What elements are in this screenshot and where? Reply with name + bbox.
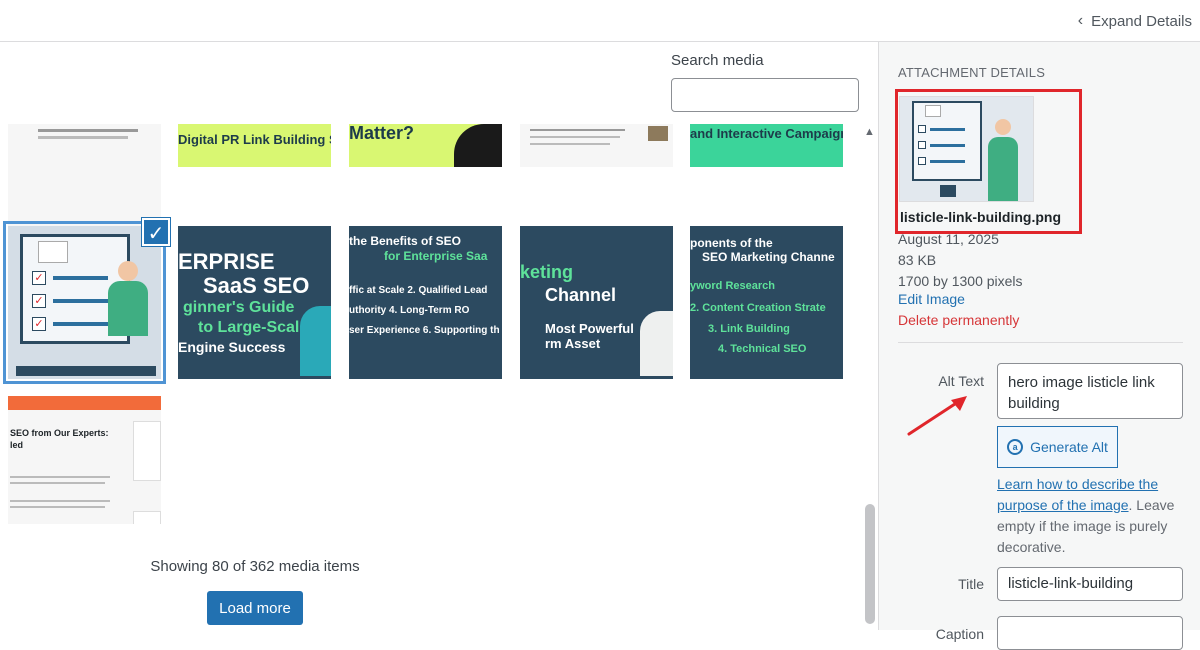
attachment-filename: listicle-link-building.png (900, 209, 1061, 225)
chevron-left-icon: ‹ (1077, 12, 1084, 29)
attachment-thumbnail (899, 96, 1034, 202)
media-item-text: to Large-Scale (198, 319, 309, 336)
media-item-text: and Interactive Campaign (690, 126, 843, 141)
media-item-text: SaaS SEO (203, 273, 310, 298)
title-field[interactable]: listicle-link-building (997, 567, 1183, 601)
ai-icon: a (1007, 439, 1024, 455)
media-count-text: Showing 80 of 362 media items (150, 558, 360, 575)
media-item-text: keting (520, 262, 574, 282)
media-item-text: ser Experience 6. Supporting th (349, 325, 500, 336)
search-media-input[interactable] (671, 78, 859, 112)
media-item-text: for Enterprise Saa (384, 249, 488, 263)
media-item-text: ffic at Scale 2. Qualified Lead (349, 285, 488, 296)
media-item-text: SEO Marketing Channe (702, 250, 835, 264)
generate-alt-label: Generate Alt (1030, 439, 1108, 455)
media-scrollbar[interactable]: ▲ (864, 124, 876, 629)
media-item-text: yword Research (690, 280, 775, 292)
attachment-details-heading: ATTACHMENT DETAILS (898, 65, 1046, 80)
media-item[interactable]: SEO from Our Experts: led (8, 396, 161, 524)
media-item[interactable]: Digital PR Link Building Strateg (178, 124, 331, 167)
media-item[interactable]: ERPRISE SaaS SEO ginner's Guide to Large… (178, 226, 331, 379)
media-item-text: SEO from Our Experts: (10, 428, 109, 438)
scrollbar-thumb[interactable] (865, 504, 875, 624)
media-item-text: Matter? (349, 124, 415, 143)
edit-image-link[interactable]: Edit Image (898, 291, 965, 307)
alt-text-label: Alt Text (938, 373, 984, 389)
media-item-text: uthority 4. Long-Term RO (349, 305, 470, 316)
media-item-selected[interactable]: ✓ ✓ ✓ (3, 221, 166, 384)
generate-alt-button[interactable]: a Generate Alt (997, 426, 1118, 468)
media-item-text: 2. Content Creation Strate (690, 302, 826, 314)
media-item-text: led (10, 440, 24, 450)
attachment-details-panel: ATTACHMENT DETAILS listicle-link-buildin… (878, 42, 1200, 650)
media-item-text: Digital PR Link Building Strateg (178, 132, 331, 147)
media-item[interactable] (8, 124, 161, 237)
media-item-text: the Benefits of SEO (349, 234, 462, 248)
search-media-label: Search media (671, 52, 764, 69)
check-icon[interactable]: ✓ (142, 218, 170, 246)
media-item-text: rm Asset (545, 336, 601, 351)
alt-text-field[interactable]: hero image listicle link building (997, 363, 1183, 419)
media-item[interactable]: the Benefits of SEO for Enterprise Saa f… (349, 226, 502, 379)
media-item-text: ginner's Guide (183, 299, 295, 316)
media-item[interactable]: keting Channel Most Powerful rm Asset (520, 226, 673, 379)
media-item-text: 3. Link Building (708, 323, 790, 335)
media-item[interactable]: Matter? (349, 124, 502, 167)
media-library: Search media Digital PR Link Building St… (0, 42, 878, 630)
attachment-filesize: 83 KB (898, 252, 937, 268)
attachment-dimensions: 1700 by 1300 pixels (898, 273, 1023, 289)
red-arrow-annotation (907, 396, 967, 436)
media-item[interactable]: ponents of the SEO Marketing Channe ywor… (690, 226, 843, 379)
caption-field[interactable] (997, 616, 1183, 650)
delete-permanently-link[interactable]: Delete permanently (898, 312, 1019, 328)
expand-details-label: Expand Details (1091, 12, 1192, 30)
scroll-up-icon[interactable]: ▲ (864, 126, 875, 138)
media-item[interactable]: and Interactive Campaign (690, 124, 843, 167)
divider (898, 342, 1183, 343)
attachment-date: August 11, 2025 (898, 231, 999, 247)
alt-text-help: Learn how to describe the purpose of the… (997, 474, 1187, 558)
load-more-button[interactable]: Load more (207, 591, 303, 625)
media-item-text: Engine Success (178, 339, 286, 355)
media-item[interactable] (520, 124, 673, 167)
title-label: Title (958, 576, 984, 592)
top-bar: ‹ Expand Details (0, 0, 1200, 42)
media-grid: Digital PR Link Building Strateg Matter?… (0, 124, 855, 524)
media-item-text: 4. Technical SEO (718, 343, 807, 355)
expand-details-button[interactable]: ‹ Expand Details (1078, 12, 1192, 30)
media-item-text: Channel (545, 285, 617, 305)
caption-label: Caption (935, 626, 984, 642)
